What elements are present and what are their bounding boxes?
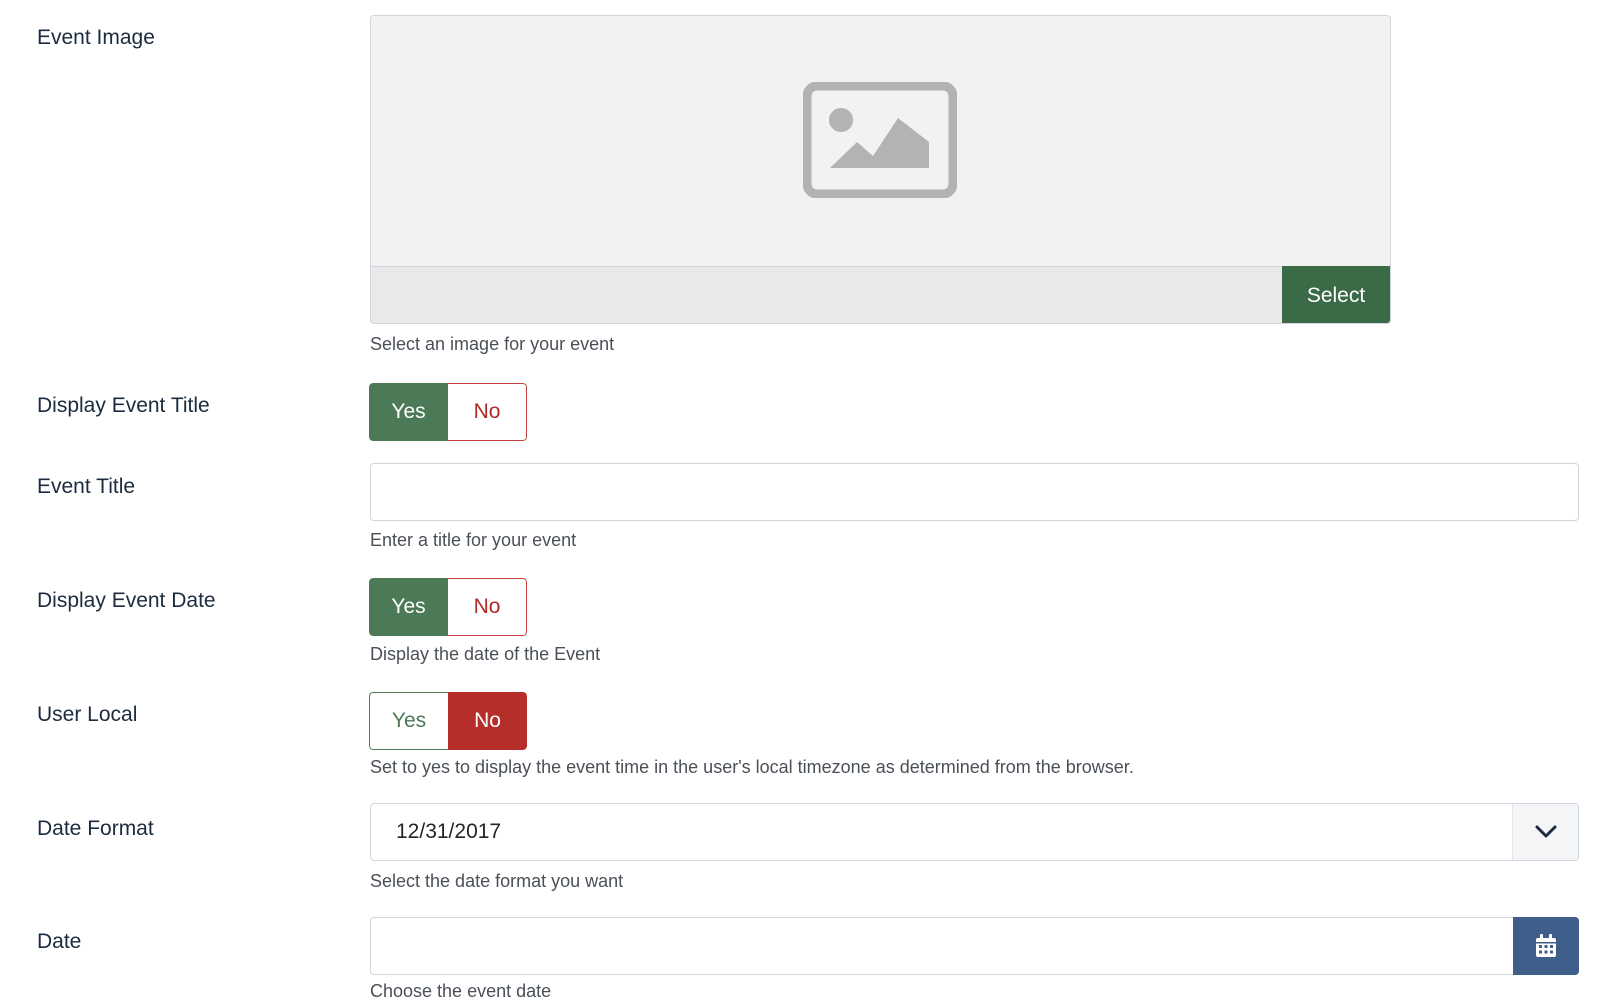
calendar-icon xyxy=(1536,934,1556,957)
date-label: Date xyxy=(37,930,82,953)
event-image-field: Select xyxy=(370,15,1391,324)
select-image-button[interactable]: Select xyxy=(1282,266,1390,323)
user-local-no[interactable]: No xyxy=(448,692,527,750)
user-local-yes[interactable]: Yes xyxy=(369,692,448,750)
display-event-date-label: Display Event Date xyxy=(37,589,216,612)
image-path-bar: Select xyxy=(371,266,1390,323)
display-event-title-label: Display Event Title xyxy=(37,394,210,417)
event-image-label: Event Image xyxy=(37,26,155,49)
event-settings-form: Event Image Select Select an image for y… xyxy=(0,0,1600,999)
event-title-input[interactable] xyxy=(370,463,1579,521)
display-event-title-switcher: Yes No xyxy=(369,383,527,441)
date-format-label: Date Format xyxy=(37,817,154,840)
user-local-label: User Local xyxy=(37,703,138,726)
calendar-button[interactable] xyxy=(1513,917,1579,975)
date-format-dropdown-toggle[interactable] xyxy=(1512,804,1578,860)
date-description: Choose the event date xyxy=(370,981,552,999)
user-local-switcher: Yes No xyxy=(369,692,527,750)
user-local-description: Set to yes to display the event time in … xyxy=(370,757,1134,777)
display-event-title-yes[interactable]: Yes xyxy=(369,383,448,441)
event-image-description: Select an image for your event xyxy=(370,334,615,354)
date-field xyxy=(370,917,1579,975)
date-format-description: Select the date format you want xyxy=(370,871,624,891)
display-event-date-yes[interactable]: Yes xyxy=(369,578,448,636)
image-preview[interactable] xyxy=(371,16,1390,266)
date-input[interactable] xyxy=(370,917,1514,975)
display-event-date-switcher: Yes No xyxy=(369,578,527,636)
date-format-select[interactable]: 12/31/2017 xyxy=(370,803,1579,861)
chevron-down-icon xyxy=(1535,825,1556,838)
display-event-title-no[interactable]: No xyxy=(448,383,527,441)
date-format-selected-value: 12/31/2017 xyxy=(396,820,502,843)
event-title-label: Event Title xyxy=(37,475,136,498)
display-event-date-description: Display the date of the Event xyxy=(370,644,601,664)
image-path-input[interactable] xyxy=(371,267,1283,323)
image-placeholder-icon xyxy=(803,82,957,198)
display-event-date-no[interactable]: No xyxy=(448,578,527,636)
event-title-description: Enter a title for your event xyxy=(370,530,577,550)
